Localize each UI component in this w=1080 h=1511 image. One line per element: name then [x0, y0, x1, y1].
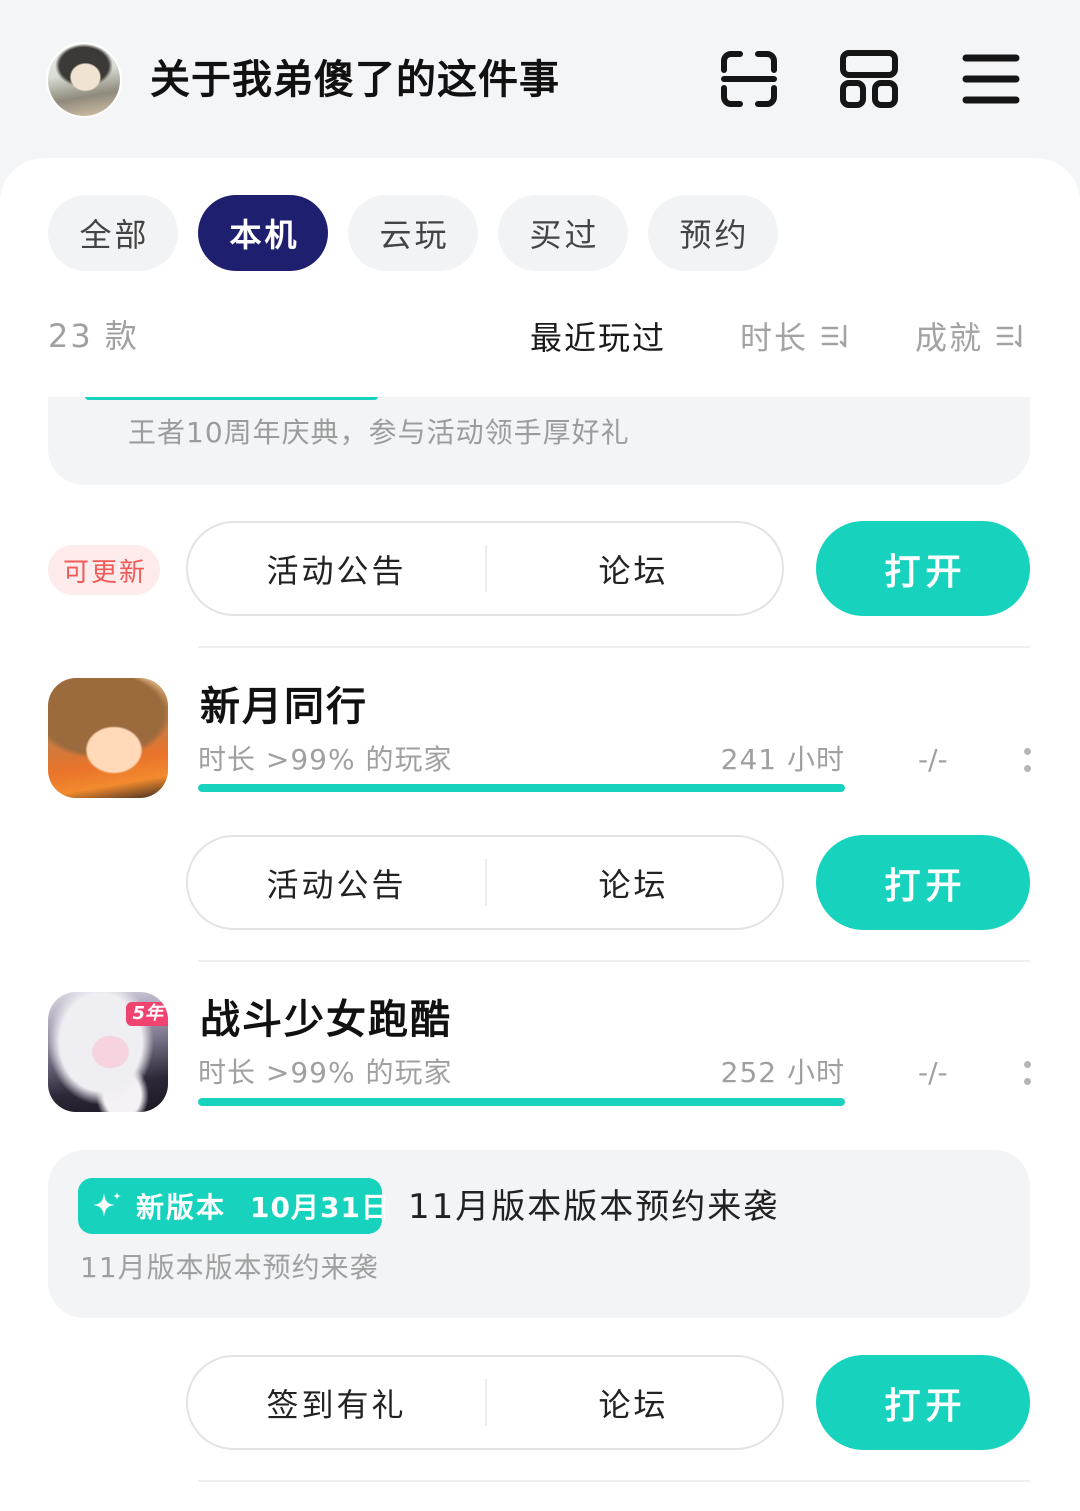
game-title: 战斗少女跑酷 — [200, 997, 452, 1043]
playtime-hours: 252 小时 — [720, 1056, 845, 1089]
badge-label: 新版本 — [136, 1191, 227, 1224]
icon-badge: 5年 — [126, 1002, 168, 1026]
progress-fill — [198, 784, 845, 792]
update-badge[interactable]: 可更新 — [48, 545, 160, 595]
achievement-count: -/- — [918, 1056, 948, 1089]
announcement-button[interactable]: 活动公告 — [188, 523, 485, 614]
playtime-hours: 241 小时 — [720, 743, 845, 776]
app-header: 关于我弟傻了的这件事 — [0, 0, 1080, 158]
sparkle-icon — [90, 1189, 124, 1223]
new-version-badge: 新版本 10月31日 — [78, 1178, 389, 1234]
tab-purchased[interactable]: 买过 — [498, 195, 628, 271]
menu-icon[interactable] — [962, 50, 1020, 108]
open-button[interactable]: 打开 — [816, 1355, 1030, 1450]
game-list[interactable]: 王者10周年庆典，参与活动领手厚好礼 可更新 活动公告 论坛 打开 新月同行 时… — [0, 397, 1080, 1511]
action-pill: 签到有礼 论坛 — [186, 1355, 784, 1450]
row-divider — [198, 646, 1030, 648]
forum-button[interactable]: 论坛 — [485, 837, 782, 928]
open-button[interactable]: 打开 — [816, 521, 1030, 616]
playtime-progress — [198, 784, 845, 792]
notice-card[interactable]: 王者10周年庆典，参与活动领手厚好礼 — [48, 397, 1030, 485]
game-count: 23 款 — [48, 317, 139, 355]
tab-cloud[interactable]: 云玩 — [348, 195, 478, 271]
sort-label: 成就 — [915, 319, 984, 357]
announcement-button[interactable]: 活动公告 — [188, 837, 485, 928]
action-pill: 活动公告 论坛 — [186, 521, 784, 616]
badge-date: 10月31日 — [250, 1191, 390, 1224]
more-icon[interactable] — [1022, 748, 1034, 772]
sort-achievement[interactable]: 成就 — [915, 314, 1025, 358]
sort-icon — [995, 321, 1025, 351]
avatar[interactable] — [48, 44, 120, 116]
checkin-button[interactable]: 签到有礼 — [188, 1357, 485, 1448]
playtime-rank: 时长 >99% 的玩家 — [198, 1056, 453, 1089]
pill-divider — [485, 545, 487, 592]
scan-icon[interactable] — [720, 50, 778, 108]
page-title: 关于我弟傻了的这件事 — [150, 57, 560, 103]
game-icon[interactable]: 5年 — [48, 992, 168, 1112]
action-pill: 活动公告 论坛 — [186, 835, 784, 930]
tab-local[interactable]: 本机 — [198, 195, 328, 271]
row-divider — [198, 1480, 1030, 1482]
card-indicator — [85, 397, 378, 400]
news-title: 11月版本版本预约来袭 — [408, 1187, 780, 1227]
pill-divider — [485, 1379, 487, 1426]
more-icon[interactable] — [1022, 1061, 1034, 1085]
notice-text: 王者10周年庆典，参与活动领手厚好礼 — [128, 416, 630, 449]
game-title: 新月同行 — [200, 684, 368, 730]
filter-tabs: 全部 本机 云玩 买过 预约 — [48, 195, 778, 271]
news-card[interactable]: 新版本 10月31日 11月版本版本预约来袭 11月版本版本预约来袭 — [48, 1150, 1030, 1318]
pill-divider — [485, 859, 487, 906]
forum-button[interactable]: 论坛 — [485, 523, 782, 614]
sort-recent[interactable]: 最近玩过 — [530, 314, 666, 358]
forum-button[interactable]: 论坛 — [485, 1357, 782, 1448]
open-button[interactable]: 打开 — [816, 835, 1030, 930]
grid-icon[interactable] — [840, 50, 898, 108]
playtime-progress — [198, 1098, 845, 1106]
playtime-rank: 时长 >99% 的玩家 — [198, 743, 453, 776]
sort-icon — [820, 321, 850, 351]
achievement-count: -/- — [918, 743, 948, 776]
tab-reserved[interactable]: 预约 — [648, 195, 778, 271]
sort-label: 时长 — [740, 319, 809, 357]
progress-fill — [198, 1098, 845, 1106]
tab-all[interactable]: 全部 — [48, 195, 178, 271]
row-divider — [198, 960, 1030, 962]
sort-label: 最近玩过 — [530, 319, 667, 357]
game-icon[interactable] — [48, 678, 168, 798]
sort-playtime[interactable]: 时长 — [740, 314, 850, 358]
news-subtitle: 11月版本版本预约来袭 — [80, 1251, 379, 1284]
